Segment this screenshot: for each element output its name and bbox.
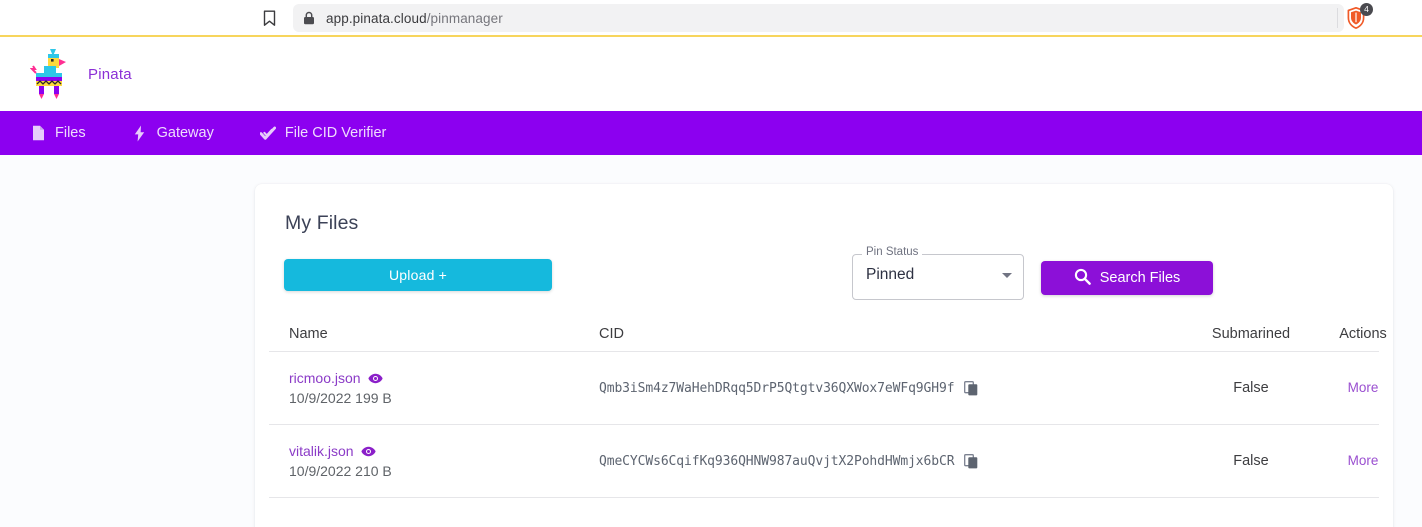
url-bar[interactable]: app.pinata.cloud/pinmanager — [293, 4, 1344, 32]
bookmark-icon[interactable] — [259, 8, 279, 28]
shield-count-badge: 4 — [1360, 3, 1373, 16]
browser-chrome: app.pinata.cloud/pinmanager 4 — [0, 0, 1422, 36]
file-meta: 10/9/2022 199 B — [289, 390, 392, 406]
column-header-actions: Actions — [1339, 326, 1387, 342]
eye-icon[interactable] — [360, 446, 376, 457]
chrome-divider — [1337, 8, 1338, 28]
search-files-label: Search Files — [1099, 270, 1181, 286]
submarined-value: False — [1233, 453, 1269, 469]
file-cid-cell: Qmb3iSm4z7WaHehDRqq5DrP5Qtgtv36QXWox7eWF… — [599, 381, 1181, 396]
verified-check-icon — [259, 125, 276, 142]
nav-label-gateway: Gateway — [156, 125, 214, 141]
file-submarined-cell: False — [1181, 452, 1321, 470]
pin-status-select[interactable]: Pin Status Pinned — [852, 246, 1024, 300]
file-name-cell: ricmoo.json 10/9/2022 199 B — [289, 370, 599, 406]
pinata-llama-logo[interactable] — [29, 46, 74, 102]
nav-label-files: Files — [55, 125, 86, 141]
files-table: Name CID Submarined Actions ricmoo.json — [269, 317, 1387, 527]
column-header-submarined: Submarined — [1211, 326, 1291, 342]
nav-item-files[interactable]: Files — [30, 125, 86, 142]
file-cid-cell: QmeCYCWs6CqifKq936QHNW987auQvjtX2PohdHWm… — [599, 454, 1181, 469]
site-header: Pinata — [0, 37, 1422, 111]
url-host: app.pinata.cloud — [326, 10, 427, 26]
column-header-name: Name — [289, 326, 328, 342]
pin-status-value: Pinned — [866, 266, 915, 283]
lock-icon — [303, 11, 317, 25]
table-row: ricmoo.json 10/9/2022 199 B Qmb3iSm4z7Wa… — [269, 351, 1379, 424]
file-name-link[interactable]: ricmoo.json — [289, 370, 361, 386]
nav-item-gateway[interactable]: Gateway — [132, 125, 214, 142]
table-row-partial — [269, 497, 1379, 527]
search-files-button[interactable]: Search Files — [1041, 261, 1213, 295]
url-path: /pinmanager — [426, 10, 503, 26]
file-name-link[interactable]: vitalik.json — [289, 443, 354, 459]
document-icon — [30, 125, 46, 142]
more-link[interactable]: More — [1348, 380, 1379, 395]
file-actions-cell: More — [1321, 379, 1405, 397]
copy-icon[interactable] — [964, 453, 978, 469]
submarined-value: False — [1233, 380, 1269, 396]
more-link[interactable]: More — [1348, 453, 1379, 468]
table-row: vitalik.json 10/9/2022 210 B QmeCYCWs6Cq… — [269, 424, 1379, 497]
page-title: My Files — [285, 212, 359, 234]
file-cid-text: QmeCYCWs6CqifKq936QHNW987auQvjtX2PohdHWm… — [599, 453, 955, 469]
main-navigation: Files Gateway File CID Verifier — [0, 111, 1422, 155]
page-content: Pinata Files Gateway File CID Verifier M… — [0, 37, 1422, 527]
pin-status-label: Pin Status — [862, 246, 923, 258]
file-submarined-cell: False — [1181, 379, 1321, 397]
file-meta: 10/9/2022 210 B — [289, 463, 392, 479]
my-files-card: My Files Upload + Pin Status Pinned Sear… — [255, 184, 1393, 527]
brand-name: Pinata — [88, 65, 132, 83]
nav-label-file-cid-verifier: File CID Verifier — [284, 125, 387, 141]
url-text: app.pinata.cloud/pinmanager — [326, 11, 503, 26]
file-name-cell: vitalik.json 10/9/2022 210 B — [289, 443, 599, 479]
file-cid-text: Qmb3iSm4z7WaHehDRqq5DrP5Qtgtv36QXWox7eWF… — [599, 380, 955, 396]
upload-button[interactable]: Upload + — [284, 259, 552, 291]
brave-shield-icon[interactable]: 4 — [1344, 3, 1373, 30]
lightning-bolt-icon — [132, 125, 148, 142]
controls-row: Upload + Pin Status Pinned Search Files — [269, 246, 1379, 315]
chevron-down-icon[interactable] — [1002, 273, 1012, 278]
copy-icon[interactable] — [964, 380, 978, 396]
table-header-row: Name CID Submarined Actions — [269, 317, 1387, 351]
eye-icon[interactable] — [367, 373, 383, 384]
column-header-cid: CID — [599, 326, 624, 342]
nav-item-file-cid-verifier[interactable]: File CID Verifier — [259, 125, 387, 142]
search-icon — [1074, 268, 1091, 289]
file-actions-cell: More — [1321, 452, 1405, 470]
